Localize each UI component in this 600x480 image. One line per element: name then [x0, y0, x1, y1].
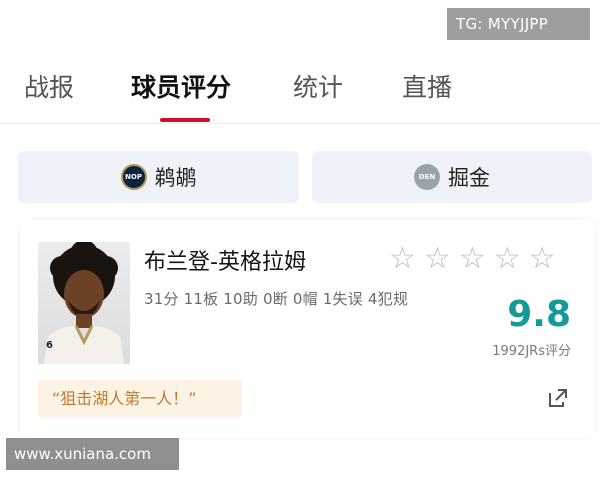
- tab-statistics[interactable]: 统计: [293, 68, 343, 104]
- watermark-bottom: www.xuniana.com: [6, 438, 179, 470]
- team-tab-nuggets[interactable]: DEN 掘金: [312, 151, 592, 203]
- player-rating-score: 9.8: [507, 294, 571, 335]
- player-rating-card[interactable]: 6 布兰登-英格拉姆 31分 11板 10助 0断 0帽 1失误 4犯规 ☆ ☆…: [20, 220, 595, 438]
- active-tab-indicator: [160, 118, 210, 122]
- share-icon[interactable]: [547, 387, 569, 409]
- watermark-top: TG: MYYJJPP: [447, 8, 590, 40]
- tab-bar: 战报 球员评分 统计 直播: [0, 58, 600, 124]
- tab-report[interactable]: 战报: [24, 68, 74, 104]
- top-comment-quote[interactable]: “狙击湖人第一人！”: [38, 380, 242, 418]
- team-tab-pelicans[interactable]: NOP 鹈鹕: [18, 151, 299, 203]
- star-icon[interactable]: ☆: [389, 244, 416, 274]
- star-icon[interactable]: ☆: [494, 244, 521, 274]
- star-icon[interactable]: ☆: [424, 244, 451, 274]
- player-name: 布兰登-英格拉姆: [144, 250, 306, 275]
- nuggets-logo-icon: DEN: [414, 164, 440, 190]
- pelicans-logo-icon: NOP: [120, 164, 147, 190]
- team-name: 鹈鹕: [154, 166, 197, 190]
- rating-count: 1992JRs评分: [492, 344, 571, 359]
- star-rating[interactable]: ☆ ☆ ☆ ☆ ☆: [389, 244, 556, 274]
- tab-player-ratings[interactable]: 球员评分: [131, 68, 231, 104]
- team-name: 掘金: [448, 166, 490, 190]
- star-icon[interactable]: ☆: [529, 244, 556, 274]
- star-icon[interactable]: ☆: [459, 244, 486, 274]
- player-avatar: 6: [38, 242, 130, 364]
- player-stat-line: 31分 11板 10助 0断 0帽 1失误 4犯规: [144, 290, 409, 308]
- jersey-number: 6: [46, 340, 53, 351]
- tab-live[interactable]: 直播: [402, 68, 452, 104]
